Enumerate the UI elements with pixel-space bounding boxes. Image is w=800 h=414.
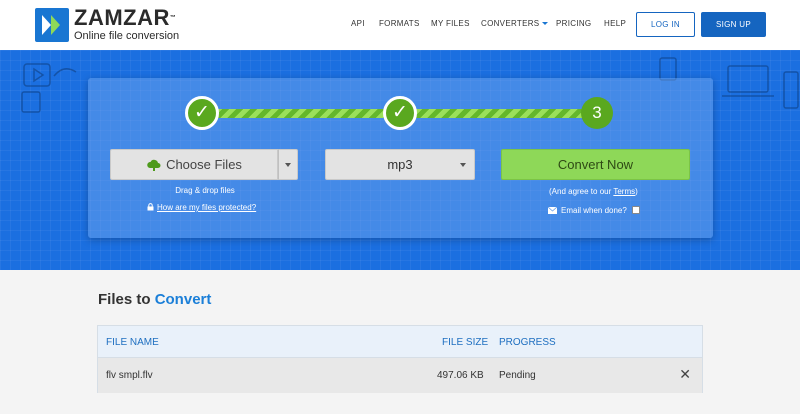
close-icon[interactable]: ✕ xyxy=(679,367,691,381)
chevron-down-icon xyxy=(542,22,549,26)
table-row: flv smpl.flv 497.06 KB Pending ✕ xyxy=(98,358,702,393)
files-title-highlight: Convert xyxy=(154,291,212,308)
column-file-size: FILE SIZE xyxy=(442,337,489,348)
email-when-done-row: Email when done? xyxy=(548,206,640,216)
choose-files-label: Choose Files xyxy=(166,157,242,172)
files-to-convert-title: Files to Convert xyxy=(98,291,211,309)
column-file-name: FILE NAME xyxy=(106,337,159,348)
step-connector-2 xyxy=(415,109,585,118)
email-when-done-checkbox[interactable] xyxy=(631,206,640,214)
files-table: FILE NAME FILE SIZE PROGRESS flv smpl.fl… xyxy=(97,325,703,393)
chevron-down-icon xyxy=(285,162,291,167)
nav-converters-label: CONVERTERS xyxy=(481,19,540,28)
lock-icon xyxy=(147,203,154,211)
choose-files-dropdown[interactable] xyxy=(278,149,298,180)
brand-tagline: Online file conversion xyxy=(74,30,180,42)
email-when-done-label: Email when done? xyxy=(561,206,627,215)
nav-converters[interactable]: CONVERTERS xyxy=(481,19,549,29)
files-protected-link[interactable]: How are my files protected? xyxy=(157,203,256,212)
files-table-header: FILE NAME FILE SIZE PROGRESS xyxy=(98,326,702,358)
drag-drop-text: Drag & drop files xyxy=(175,186,235,195)
file-size-cell: 497.06 KB xyxy=(437,370,484,381)
chevron-down-icon xyxy=(460,162,466,167)
files-title-prefix: Files to xyxy=(98,291,155,308)
agree-suffix: ) xyxy=(635,187,638,196)
step-3-current: 3 xyxy=(581,97,613,129)
choose-files-button[interactable]: Choose Files xyxy=(110,149,278,180)
nav-my-files[interactable]: MY FILES xyxy=(431,19,470,29)
signup-button[interactable]: SIGN UP xyxy=(701,12,766,37)
nav-api[interactable]: API xyxy=(351,19,365,29)
brand-name[interactable]: ZAMZAR™ xyxy=(74,7,176,29)
top-header: ZAMZAR™ Online file conversion API FORMA… xyxy=(0,0,800,50)
format-value: mp3 xyxy=(387,157,413,172)
cloud-upload-icon xyxy=(147,159,161,171)
login-button[interactable]: LOG IN xyxy=(636,12,695,37)
agree-terms-text: (And agree to our Terms) xyxy=(549,187,638,197)
step-1-complete: ✓ xyxy=(185,96,219,130)
envelope-icon xyxy=(548,207,557,214)
file-name-cell: flv smpl.flv xyxy=(106,370,153,381)
nav-pricing[interactable]: PRICING xyxy=(556,19,591,29)
step-2-complete: ✓ xyxy=(383,96,417,130)
convert-now-button[interactable]: Convert Now xyxy=(501,149,690,180)
zamzar-logo-icon[interactable] xyxy=(35,8,69,42)
terms-link[interactable]: Terms xyxy=(613,187,635,196)
progress-cell: Pending xyxy=(499,370,536,381)
doodle-media-icon xyxy=(21,63,77,113)
nav-help[interactable]: HELP xyxy=(604,19,626,29)
agree-prefix: (And agree to our xyxy=(549,187,614,196)
column-progress: PROGRESS xyxy=(499,337,556,348)
step-connector-1 xyxy=(215,109,385,118)
nav-formats[interactable]: FORMATS xyxy=(379,19,420,29)
format-select[interactable]: mp3 xyxy=(325,149,475,180)
files-protected-row: How are my files protected? xyxy=(147,203,256,213)
